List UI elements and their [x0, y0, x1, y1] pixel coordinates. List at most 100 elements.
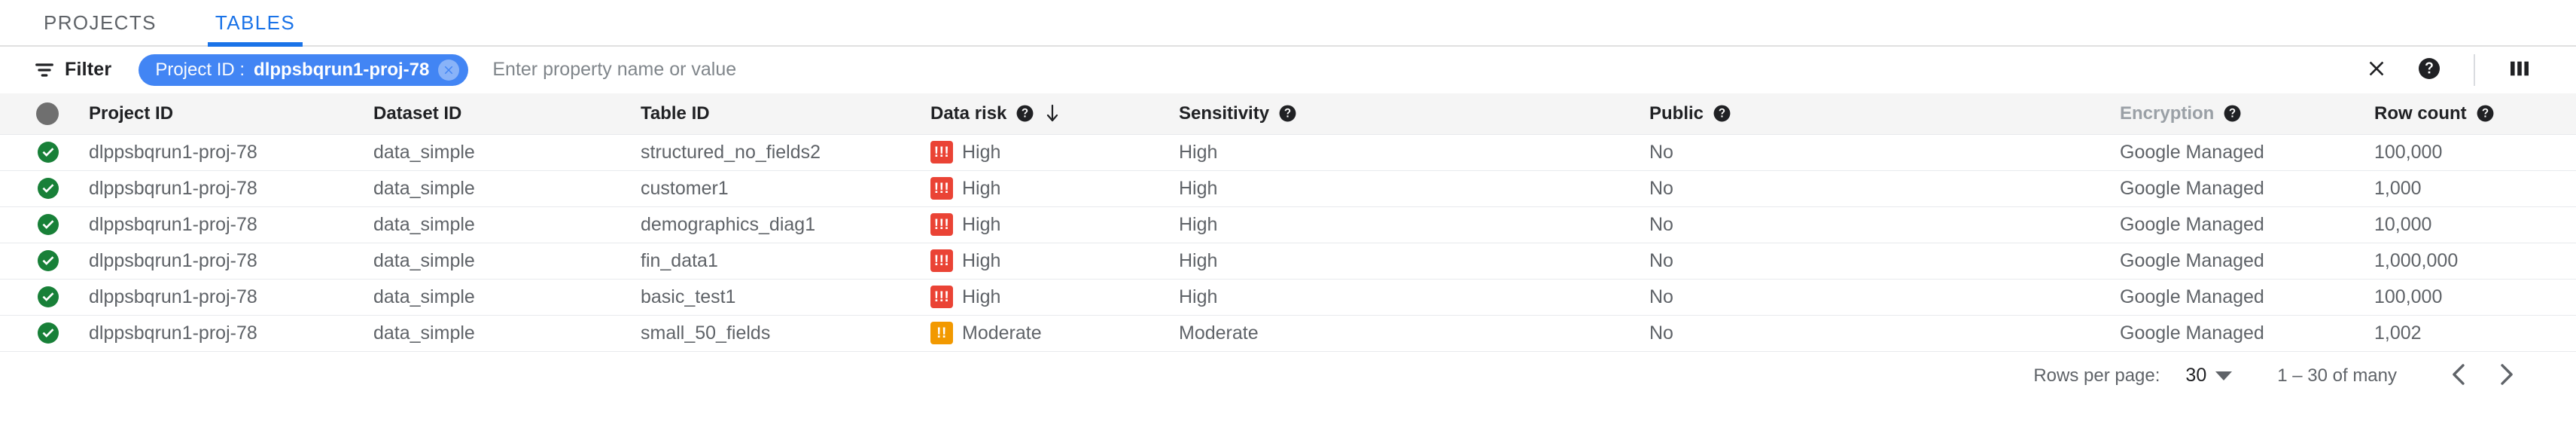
filter-icon: [35, 62, 54, 78]
table-row[interactable]: dlppsbqrun1-proj-78 data_simple small_50_f…: [0, 315, 2576, 352]
column-public[interactable]: Public: [1649, 93, 2120, 135]
column-sensitivity-label: Sensitivity: [1179, 102, 1270, 124]
cell-project-id: dlppsbqrun1-proj-78: [89, 279, 373, 316]
cell-dataset-id-text: data_simple: [373, 213, 475, 235]
pagination-range: 1 – 30 of many: [2277, 365, 2397, 386]
cell-dataset-id-text: data_simple: [373, 141, 475, 163]
table-row[interactable]: dlppsbqrun1-proj-78 data_simple fin_data1!…: [0, 243, 2576, 280]
data-risk-badge-icon: !!!: [930, 141, 953, 163]
filter-chip-project-id[interactable]: Project ID : dlppsbqrun1-proj-78: [139, 53, 469, 86]
column-sensitivity[interactable]: Sensitivity: [1179, 93, 1649, 135]
help-button[interactable]: [2403, 47, 2456, 93]
cell-row-count: 1,000: [2374, 170, 2576, 207]
chip-remove-icon[interactable]: [438, 59, 460, 81]
cell-row-count-text: 1,000,000: [2374, 249, 2459, 271]
cell-data-risk-text: High: [962, 177, 1001, 199]
tab-projects-label: PROJECTS: [44, 11, 157, 34]
chevron-right-icon: [2493, 362, 2519, 390]
rows-per-page-label: Rows per page:: [2033, 365, 2160, 386]
table-row[interactable]: dlppsbqrun1-proj-78 data_simple demographi…: [0, 206, 2576, 243]
cell-encryption: Google Managed: [2120, 134, 2374, 171]
row-count-help-icon[interactable]: [2476, 104, 2495, 123]
cell-encryption: Google Managed: [2120, 206, 2374, 243]
cell-dataset-id-text: data_simple: [373, 286, 475, 307]
cell-row-count-text: 100,000: [2374, 141, 2443, 163]
cell-encryption-text: Google Managed: [2120, 286, 2264, 307]
pagination-bar: Rows per page: 30 1 – 30 of many: [0, 351, 2576, 400]
data-risk-badge-icon: !!!: [930, 213, 953, 236]
row-status-cell: [0, 243, 89, 280]
cell-sensitivity: High: [1179, 206, 1649, 243]
cell-project-id: dlppsbqrun1-proj-78: [89, 170, 373, 207]
cell-encryption: Google Managed: [2120, 315, 2374, 352]
row-status-cell: [0, 315, 89, 352]
cell-encryption: Google Managed: [2120, 243, 2374, 280]
cell-public-text: No: [1649, 322, 1673, 344]
cell-table-id: fin_data1: [641, 243, 930, 280]
table-header: Project ID Dataset ID Table ID Data risk: [0, 93, 2576, 135]
cell-sensitivity: High: [1179, 279, 1649, 316]
table-row[interactable]: dlppsbqrun1-proj-78 data_simple structured…: [0, 134, 2576, 171]
rows-per-page-select[interactable]: 30: [2185, 365, 2233, 387]
cell-sensitivity-text: High: [1179, 249, 1218, 271]
cell-row-count: 100,000: [2374, 279, 2576, 316]
column-row-count[interactable]: Row count: [2374, 93, 2576, 135]
column-public-label: Public: [1649, 102, 1704, 124]
close-button[interactable]: [2350, 47, 2403, 93]
data-risk-help-icon[interactable]: [1015, 104, 1034, 123]
column-data-risk-label: Data risk: [930, 102, 1007, 124]
filter-button[interactable]: Filter: [30, 56, 116, 84]
cell-data-risk: !!! High: [930, 134, 1179, 171]
cell-project-id-text: dlppsbqrun1-proj-78: [89, 213, 257, 235]
column-encryption[interactable]: Encryption: [2120, 93, 2374, 135]
cell-dataset-id: data_simple: [373, 206, 641, 243]
column-table-id[interactable]: Table ID: [641, 93, 930, 135]
cell-row-count: 1,000,000: [2374, 243, 2576, 280]
cell-public: No: [1649, 315, 2120, 352]
cell-encryption-text: Google Managed: [2120, 322, 2264, 344]
cell-sensitivity: High: [1179, 170, 1649, 207]
cell-dataset-id-text: data_simple: [373, 177, 475, 199]
cell-public: No: [1649, 170, 2120, 207]
column-project-id-label: Project ID: [89, 102, 174, 124]
cell-project-id-text: dlppsbqrun1-proj-78: [89, 141, 257, 163]
cell-data-risk: !!! High: [930, 279, 1179, 316]
sort-descending-icon[interactable]: [1043, 104, 1061, 124]
search-input[interactable]: [492, 52, 2350, 87]
tab-projects[interactable]: PROJECTS: [36, 11, 164, 45]
filter-button-label: Filter: [65, 59, 112, 80]
next-page-button[interactable]: [2483, 353, 2529, 399]
cell-row-count-text: 1,000: [2374, 177, 2422, 199]
cell-encryption-text: Google Managed: [2120, 249, 2264, 271]
cell-table-id: structured_no_fields2: [641, 134, 930, 171]
tab-tables-label: TABLES: [215, 11, 296, 34]
cell-data-risk: !!! High: [930, 206, 1179, 243]
data-risk-badge-icon: !!!: [930, 177, 953, 200]
cell-data-risk-text: High: [962, 286, 1001, 307]
status-ok-icon: [36, 249, 60, 273]
table-row[interactable]: dlppsbqrun1-proj-78 data_simple basic_test…: [0, 279, 2576, 316]
tab-tables[interactable]: TABLES: [207, 11, 303, 47]
cell-data-risk-text: High: [962, 141, 1001, 163]
column-status[interactable]: [0, 93, 89, 135]
sensitivity-help-icon[interactable]: [1278, 104, 1297, 123]
row-status-cell: [0, 279, 89, 316]
public-help-icon[interactable]: [1713, 104, 1731, 123]
column-settings-button[interactable]: [2493, 47, 2546, 93]
cell-encryption-text: Google Managed: [2120, 213, 2264, 235]
cell-encryption-text: Google Managed: [2120, 141, 2264, 163]
column-row-count-label: Row count: [2374, 102, 2467, 124]
help-icon: [2417, 57, 2441, 83]
column-project-id[interactable]: Project ID: [89, 93, 373, 135]
cell-row-count: 100,000: [2374, 134, 2576, 171]
dlp-data-profiles-page: PROJECTS TABLES Filter Project ID : dlpp…: [0, 0, 2576, 440]
encryption-help-icon[interactable]: [2223, 104, 2242, 123]
cell-project-id-text: dlppsbqrun1-proj-78: [89, 322, 257, 344]
column-dataset-id[interactable]: Dataset ID: [373, 93, 641, 135]
cell-sensitivity-text: Moderate: [1179, 322, 1259, 344]
cell-public-text: No: [1649, 177, 1673, 199]
table-row[interactable]: dlppsbqrun1-proj-78 data_simple customer1!…: [0, 170, 2576, 207]
cell-dataset-id: data_simple: [373, 243, 641, 280]
column-data-risk[interactable]: Data risk: [930, 93, 1179, 135]
previous-page-button[interactable]: [2436, 353, 2483, 399]
